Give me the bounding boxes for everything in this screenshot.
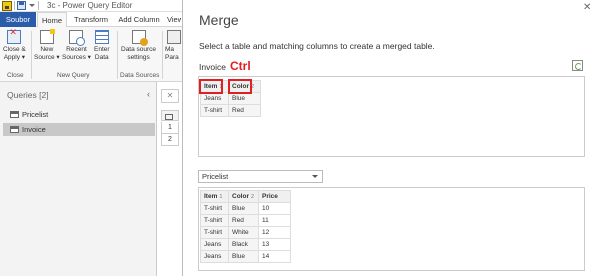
table-row: Jeans Blue 14 xyxy=(200,250,291,263)
column-header-price[interactable]: Price xyxy=(258,190,291,203)
recent-sources-icon xyxy=(69,30,86,46)
dialog-title: Merge xyxy=(199,12,239,28)
divider xyxy=(14,1,15,10)
row-number: 2 xyxy=(161,134,179,146)
table-cell: 12 xyxy=(258,226,291,239)
group-label-close: Close xyxy=(7,72,24,79)
data-source-settings-icon xyxy=(131,30,148,46)
tab-add-column[interactable]: Add Column xyxy=(116,12,162,27)
first-table-preview: Item 1 Color 2 Jeans Blue T-shirt Red xyxy=(198,76,585,157)
table-cell: Jeans xyxy=(200,238,229,251)
second-table-preview: Item 1 Color 2 Price T-shirt Blue 10 T-shi… xyxy=(198,187,585,271)
first-table-label: Invoice xyxy=(199,62,226,72)
table-icon xyxy=(10,126,19,133)
table-row: T-shirt White 12 xyxy=(200,226,291,239)
group-label-data-sources: Data Sources xyxy=(120,72,160,79)
chevron-left-icon[interactable]: ‹ xyxy=(147,89,150,99)
table-cell: Blue xyxy=(228,250,259,263)
data-source-settings-button[interactable]: Data source settings xyxy=(121,30,156,62)
group-divider xyxy=(162,31,163,79)
table-row: T-shirt Red xyxy=(200,104,261,117)
save-icon[interactable] xyxy=(17,1,26,10)
preview-table-pricelist: Item 1 Color 2 Price T-shirt Blue 10 T-shi… xyxy=(200,190,291,263)
column-header-item[interactable]: Item 1 xyxy=(200,80,229,93)
query-item-label: Invoice xyxy=(22,125,46,134)
table-row: Jeans Blue xyxy=(200,92,261,105)
manage-parameters-button[interactable]: Ma Para xyxy=(165,30,182,62)
table-cell: Jeans xyxy=(200,92,229,105)
tab-transform[interactable]: Transform xyxy=(71,12,111,27)
divider xyxy=(38,1,39,10)
recent-sources-button[interactable]: Recent Sources ▾ xyxy=(62,30,91,62)
table-cell: T-shirt xyxy=(200,226,229,239)
table-cell: Red xyxy=(228,104,261,117)
queries-pane: Queries [2] ‹ Pricelist Invoice xyxy=(0,82,157,276)
enter-data-button[interactable]: Enter Data xyxy=(94,30,110,62)
table-icon xyxy=(10,111,19,118)
second-table-select[interactable]: Pricelist xyxy=(198,170,323,183)
enter-data-icon xyxy=(94,30,109,44)
ribbon-home: Close & Apply ▾ New Source ▾ Recent Sour… xyxy=(0,27,182,82)
table-cell: Blue xyxy=(228,202,259,215)
group-divider xyxy=(31,31,32,79)
second-table-select-value: Pricelist xyxy=(202,172,229,181)
close-icon[interactable]: ✕ xyxy=(583,2,591,13)
close-apply-button[interactable]: Close & Apply ▾ xyxy=(3,28,26,62)
column-header-item[interactable]: Item 1 xyxy=(200,190,229,203)
table-cell: T-shirt xyxy=(200,104,229,117)
tab-home[interactable]: Home xyxy=(37,12,67,28)
dialog-description: Select a table and matching columns to c… xyxy=(199,41,435,51)
quick-access-dropdown-icon[interactable] xyxy=(29,4,35,7)
table-cell: T-shirt xyxy=(200,202,229,215)
table-row: T-shirt Blue 10 xyxy=(200,202,291,215)
row-number: 1 xyxy=(161,122,179,134)
table-cell: 10 xyxy=(258,202,291,215)
query-item-pricelist[interactable]: Pricelist xyxy=(3,108,155,121)
table-cell: Jeans xyxy=(200,250,229,263)
table-cell: 13 xyxy=(258,238,291,251)
table-cell: 11 xyxy=(258,214,291,227)
preview-table-invoice: Item 1 Color 2 Jeans Blue T-shirt Red xyxy=(200,80,261,117)
table-cell: Blue xyxy=(228,92,261,105)
merge-dialog: ✕ Merge Select a table and matching colu… xyxy=(182,0,600,276)
manage-parameters-icon xyxy=(166,30,181,44)
close-apply-icon xyxy=(7,28,22,44)
query-item-invoice[interactable]: Invoice xyxy=(3,123,155,136)
ribbon-tabs: Soubor Home Transform Add Column View xyxy=(0,12,182,28)
group-divider xyxy=(117,31,118,79)
table-cell: White xyxy=(228,226,259,239)
table-cell: 14 xyxy=(258,250,291,263)
new-source-icon xyxy=(39,29,55,44)
column-header-color[interactable]: Color 2 xyxy=(228,80,261,93)
group-label-new-query: New Query xyxy=(57,72,90,79)
table-row: T-shirt Red 11 xyxy=(200,214,291,227)
tab-view[interactable]: View xyxy=(167,12,181,27)
table-cell: Red xyxy=(228,214,259,227)
title-bar: 3c - Power Query Editor xyxy=(0,0,182,12)
data-grid-area: ✕ 1 2 xyxy=(157,82,182,276)
refresh-preview-icon[interactable] xyxy=(572,60,583,71)
power-query-app-icon xyxy=(2,1,12,11)
formula-bar-cancel-icon[interactable]: ✕ xyxy=(161,89,179,103)
table-cell: Black xyxy=(228,238,259,251)
grid-table-icon[interactable] xyxy=(161,110,179,121)
queries-pane-title: Queries [2] xyxy=(7,90,49,100)
new-source-button[interactable]: New Source ▾ xyxy=(34,29,60,62)
query-item-label: Pricelist xyxy=(22,110,49,119)
window-title: 3c - Power Query Editor xyxy=(47,1,133,10)
tab-file[interactable]: Soubor xyxy=(0,12,36,27)
ctrl-annotation: Ctrl xyxy=(230,59,251,73)
table-row: Jeans Black 13 xyxy=(200,238,291,251)
column-header-color[interactable]: Color 2 xyxy=(228,190,259,203)
chevron-down-icon xyxy=(312,175,318,178)
table-cell: T-shirt xyxy=(200,214,229,227)
